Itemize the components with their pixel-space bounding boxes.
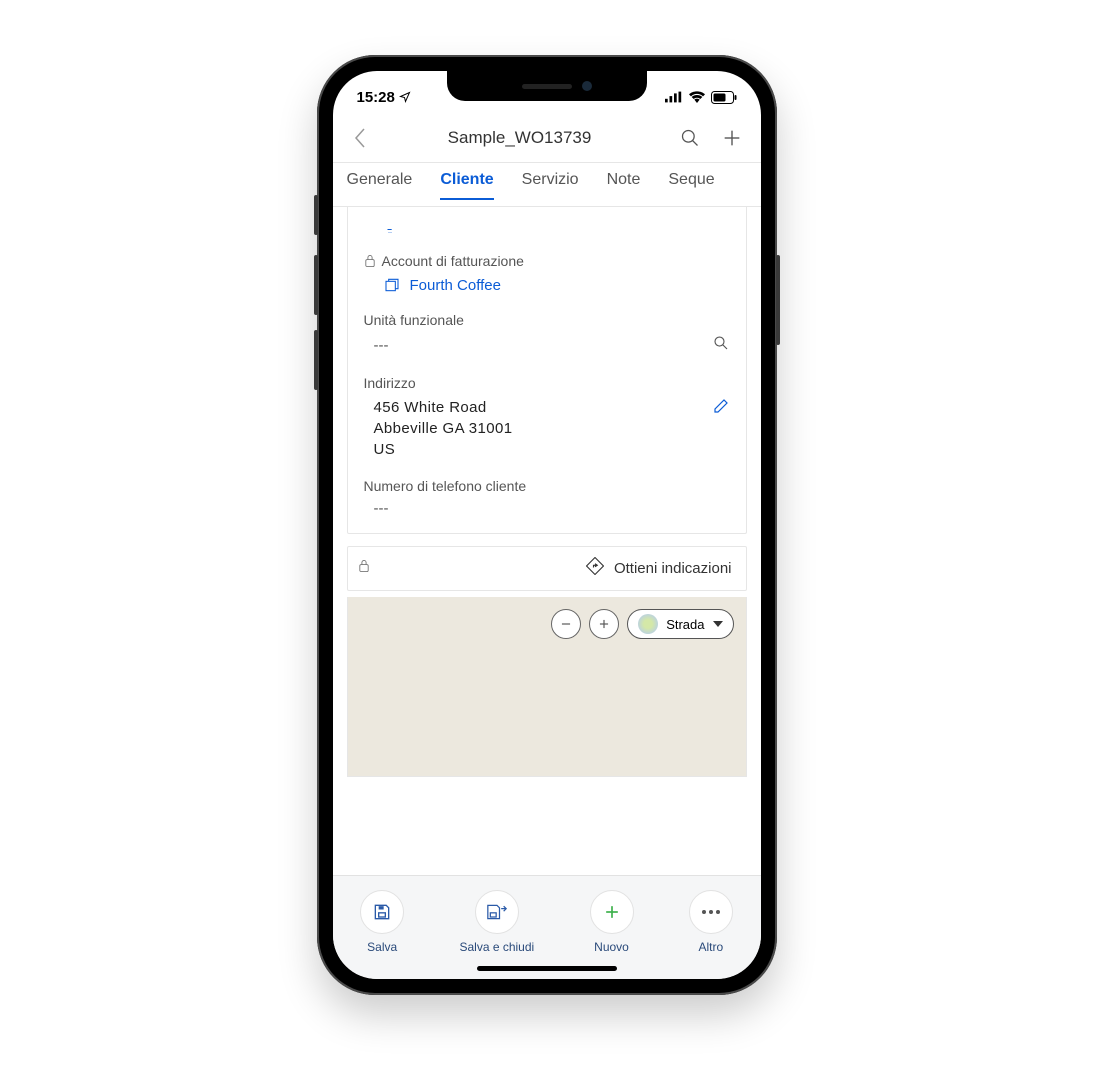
save-button[interactable]: Salva — [360, 890, 404, 954]
address-line3: US — [374, 439, 513, 460]
map[interactable]: Strada — [347, 597, 747, 777]
phone-side-button — [314, 255, 318, 315]
lock-icon — [364, 254, 376, 268]
save-icon — [360, 890, 404, 934]
status-right — [665, 91, 737, 104]
plus-icon — [590, 890, 634, 934]
map-zoom-in-button[interactable] — [589, 609, 619, 639]
content: Account di fatturazione Fourth Coffee Un… — [333, 207, 761, 875]
phone-frame: 15:28 — [317, 55, 777, 995]
search-icon — [712, 334, 730, 357]
globe-icon — [638, 614, 658, 634]
tab-cliente[interactable]: Cliente — [440, 171, 493, 199]
battery-icon — [711, 91, 737, 104]
tab-sequenza[interactable]: Seque — [668, 171, 714, 199]
field-label-account: Account di fatturazione — [364, 253, 730, 269]
account-lookup-value: Fourth Coffee — [410, 277, 501, 294]
unita-value: --- — [374, 337, 389, 354]
header-actions — [673, 121, 749, 155]
status-time: 15:28 — [357, 89, 395, 106]
save-close-label: Salva e chiudi — [459, 940, 534, 954]
cellular-signal-icon — [665, 91, 683, 103]
directions-icon — [586, 557, 604, 580]
tab-note[interactable]: Note — [607, 171, 641, 199]
directions-label: Ottieni indicazioni — [614, 560, 732, 577]
map-toolbar: Strada — [551, 609, 733, 639]
more-label: Altro — [698, 940, 723, 954]
command-bar: Salva Salva e chiudi Nuovo Altro — [333, 875, 761, 979]
app-header: Sample_WO13739 — [333, 113, 761, 163]
field-label-account-text: Account di fatturazione — [382, 253, 524, 269]
lock-icon — [358, 559, 370, 578]
chevron-down-icon — [713, 621, 723, 627]
unita-lookup[interactable]: --- — [374, 334, 730, 357]
save-label: Salva — [367, 940, 397, 954]
new-label: Nuovo — [594, 940, 629, 954]
address-row[interactable]: 456 White Road Abbeville GA 31001 US — [374, 397, 730, 460]
phone-side-button — [314, 195, 318, 235]
save-and-close-button[interactable]: Salva e chiudi — [459, 890, 534, 954]
home-indicator[interactable] — [477, 966, 617, 971]
tab-generale[interactable]: Generale — [347, 171, 413, 199]
account-lookup-link[interactable]: Fourth Coffee — [384, 277, 730, 294]
address-line1: 456 White Road — [374, 397, 513, 418]
edit-icon[interactable] — [712, 397, 730, 415]
telefono-value: --- — [374, 500, 389, 517]
field-label-indirizzo: Indirizzo — [364, 375, 730, 391]
previous-link-truncated[interactable] — [388, 215, 392, 233]
map-type-select[interactable]: Strada — [627, 609, 733, 639]
address-text: 456 White Road Abbeville GA 31001 US — [374, 397, 513, 460]
add-button[interactable] — [715, 121, 749, 155]
status-left: 15:28 — [357, 89, 411, 106]
field-label-unita: Unità funzionale — [364, 312, 730, 328]
more-button[interactable]: Altro — [689, 890, 733, 954]
telefono-field[interactable]: --- — [374, 500, 730, 517]
page-title: Sample_WO13739 — [375, 128, 673, 148]
new-button[interactable]: Nuovo — [590, 890, 634, 954]
back-button[interactable] — [345, 123, 375, 153]
search-button[interactable] — [673, 121, 707, 155]
wifi-icon — [689, 91, 705, 103]
phone-side-button — [776, 255, 780, 345]
more-icon — [689, 890, 733, 934]
customer-card: Account di fatturazione Fourth Coffee Un… — [347, 207, 747, 534]
save-close-icon — [475, 890, 519, 934]
address-line2: Abbeville GA 31001 — [374, 418, 513, 439]
field-label-telefono: Numero di telefono cliente — [364, 478, 730, 494]
map-type-label: Strada — [666, 617, 704, 632]
map-zoom-out-button[interactable] — [551, 609, 581, 639]
phone-side-button — [314, 330, 318, 390]
tab-servizio[interactable]: Servizio — [522, 171, 579, 199]
location-icon — [399, 91, 411, 103]
phone-screen: 15:28 — [333, 71, 761, 979]
directions-bar[interactable]: Ottieni indicazioni — [347, 546, 747, 591]
tabs: Generale Cliente Servizio Note Seque — [333, 163, 761, 207]
phone-notch — [447, 71, 647, 101]
